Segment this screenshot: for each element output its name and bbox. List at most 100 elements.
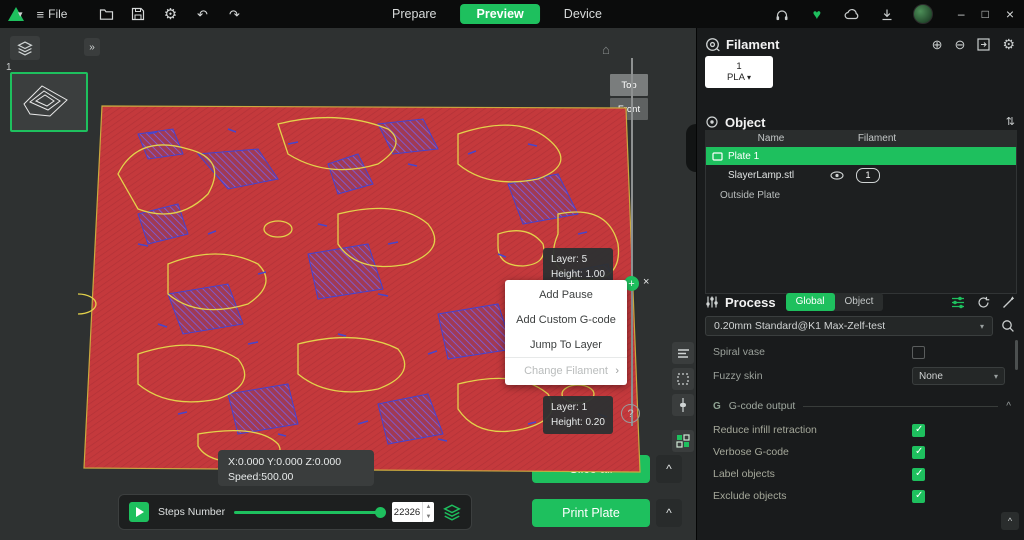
setting-row-label-objects: Label objects (697, 464, 1024, 484)
fuzzy-skin-dropdown-icon: ▾ (994, 372, 998, 381)
side-panel: Filament ⊕ ⊖ ⚙ 1 PLA ▾ (696, 28, 1024, 540)
help-button[interactable]: ? (621, 404, 640, 423)
gcode-player-bar: Steps Number ▲ ▼ (118, 494, 472, 530)
steps-slider-handle[interactable] (375, 507, 386, 518)
slice-options-button[interactable]: ^ (656, 455, 682, 483)
speed-line: Speed:500.00 (228, 470, 364, 485)
add-marker-icon: + (628, 278, 634, 290)
gcode-section-icon: G (713, 401, 721, 412)
save-button[interactable] (129, 5, 147, 23)
support-button[interactable] (773, 5, 791, 23)
legend-toggle-button[interactable] (672, 342, 694, 364)
slider-remove-icon[interactable]: × (643, 276, 649, 288)
folder-icon (99, 8, 114, 21)
steps-spinner: ▲ ▼ (422, 502, 434, 522)
settings-list: Spiral vase Fuzzy skin None ▾ G G-code o… (697, 28, 1024, 540)
steps-number-label: Steps Number (158, 506, 225, 518)
view-top-label: Top (621, 80, 636, 91)
play-icon (136, 507, 144, 517)
minimize-button[interactable]: – (958, 7, 965, 21)
vertical-slider-icon (678, 398, 688, 412)
layers-view-icon[interactable] (443, 504, 461, 521)
floppy-icon (131, 7, 145, 21)
print-plate-button[interactable]: Print Plate (532, 499, 650, 527)
file-menu[interactable]: ≡ File (37, 7, 68, 21)
exclude-objects-label: Exclude objects (713, 490, 787, 502)
cloud-button[interactable] (843, 5, 861, 23)
play-button[interactable] (129, 502, 149, 522)
layer-slider-track[interactable] (631, 58, 633, 426)
panel-expand-icon: ^ (1008, 516, 1012, 526)
maximize-button[interactable]: □ (982, 7, 989, 21)
spiral-vase-checkbox[interactable] (912, 346, 925, 359)
legend-icon (677, 348, 690, 359)
steps-spin-up[interactable]: ▲ (423, 502, 434, 512)
setting-row-spiral-vase: Spiral vase (697, 342, 1024, 362)
undo-button[interactable]: ↶ (193, 5, 211, 23)
redo-button[interactable]: ↷ (225, 5, 243, 23)
gcode-output-label: G-code output (729, 400, 796, 412)
tab-preview[interactable]: Preview (461, 4, 540, 24)
exclude-objects-checkbox[interactable] (912, 490, 925, 503)
color-scheme-button[interactable] (672, 430, 694, 452)
user-avatar[interactable] (913, 4, 933, 24)
slider-toggle-button[interactable] (672, 394, 694, 416)
label-objects-checkbox[interactable] (912, 468, 925, 481)
section-collapse-icon[interactable]: ^ (1006, 401, 1011, 412)
logo-caret-icon: ▾ (18, 9, 23, 20)
range-tooltip-layer: Layer: 1 (551, 400, 605, 415)
spiral-vase-label: Spiral vase (713, 346, 765, 358)
menu-item-add-custom-gcode[interactable]: Add Custom G-code (505, 307, 627, 332)
heart-icon: ♥ (813, 6, 821, 22)
clipping-toggle-button[interactable] (672, 368, 694, 390)
tab-device[interactable]: Device (562, 4, 604, 24)
layer-tooltip-bottom: Layer: 1 Height: 0.20 (543, 396, 613, 434)
headset-icon (775, 8, 789, 21)
settings-button[interactable]: ⚙ (161, 5, 179, 23)
tab-prepare[interactable]: Prepare (390, 4, 438, 24)
redo-icon: ↷ (229, 8, 240, 21)
app-window: ▾ ≡ File ⚙ ↶ (0, 0, 1024, 540)
home-view-icon[interactable]: ⌂ (602, 42, 610, 57)
settings-scrollbar[interactable] (1015, 340, 1018, 370)
gear-icon: ⚙ (164, 7, 177, 22)
fuzzy-skin-label: Fuzzy skin (713, 370, 763, 382)
top-bar: ▾ ≡ File ⚙ ↶ (0, 0, 1024, 28)
download-button[interactable] (878, 5, 896, 23)
cloud-icon (844, 8, 859, 20)
reduce-infill-retraction-checkbox[interactable] (912, 424, 925, 437)
open-file-button[interactable] (97, 5, 115, 23)
favorites-button[interactable]: ♥ (808, 5, 826, 23)
dashed-box-icon (677, 373, 689, 385)
steps-number-input[interactable] (392, 507, 422, 518)
steps-slider[interactable] (234, 511, 383, 514)
preview-viewport[interactable]: » 1 ⌂ Top Front + × (0, 28, 696, 540)
verbose-gcode-checkbox[interactable] (912, 446, 925, 459)
plate-thumbnail-sketch (12, 74, 82, 126)
hamburger-icon: ≡ (37, 8, 45, 21)
fuzzy-skin-select[interactable]: None ▾ (912, 367, 1005, 385)
menu-item-jump-to-layer[interactable]: Jump To Layer (505, 332, 627, 357)
section-row-gcode-output[interactable]: G G-code output ^ (697, 396, 1024, 416)
setting-row-fuzzy-skin: Fuzzy skin None ▾ (697, 366, 1024, 386)
view-top-button[interactable]: Top (610, 74, 648, 96)
menu-item-add-pause[interactable]: Add Pause (505, 282, 627, 307)
panel-collapse-handle[interactable] (686, 124, 696, 172)
expand-panel-button[interactable]: » (84, 38, 100, 56)
close-button[interactable]: × (1006, 6, 1014, 22)
panel-expand-button[interactable]: ^ (1001, 512, 1019, 530)
reduce-infill-retraction-label: Reduce infill retraction (713, 424, 817, 436)
coords-line: X:0.000 Y:0.000 Z:0.000 (228, 455, 364, 470)
menu-item-change-filament-label: Change Filament (524, 365, 608, 377)
plate-list-toggle-button[interactable] (10, 36, 40, 60)
plate-thumbnail[interactable] (10, 72, 88, 132)
range-tooltip-height: Height: 0.20 (551, 415, 605, 430)
steps-spin-down[interactable]: ▼ (423, 512, 434, 522)
setting-row-exclude-objects: Exclude objects (697, 486, 1024, 506)
menu-item-change-filament[interactable]: Change Filament › (505, 357, 627, 383)
label-objects-label: Label objects (713, 468, 775, 480)
layer-context-menu: Add Pause Add Custom G-code Jump To Laye… (505, 280, 627, 385)
help-label: ? (627, 408, 633, 420)
app-logo[interactable]: ▾ (8, 7, 23, 21)
print-options-button[interactable]: ^ (656, 499, 682, 527)
